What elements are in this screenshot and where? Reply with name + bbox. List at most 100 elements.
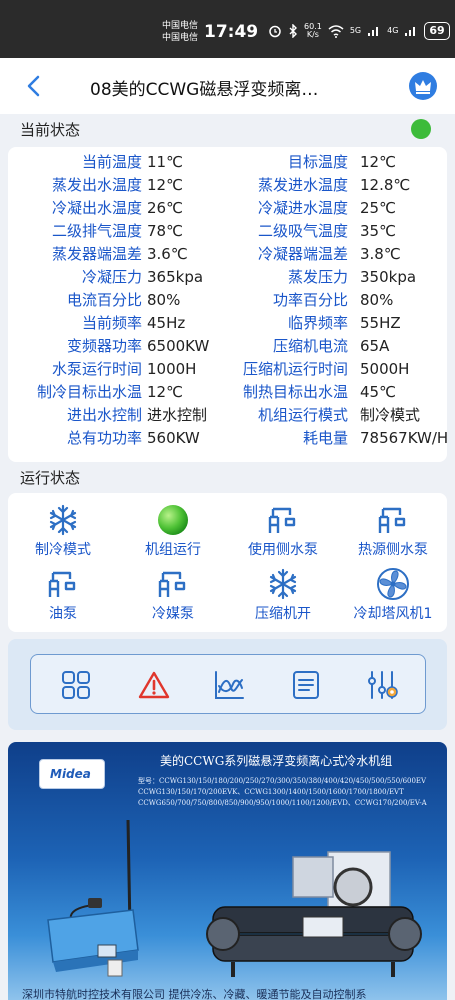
run-item-refrigerant-pump: 冷媒泵	[118, 567, 228, 627]
run-item-unit-running: 机组运行	[118, 503, 228, 563]
carrier-2: 中国电信	[162, 33, 199, 43]
param-label: 蒸发器端温差	[51, 245, 142, 263]
banner-title: 美的CCWG系列磁悬浮变频离心式冷水机组	[160, 754, 393, 768]
param-value: 12℃	[147, 383, 183, 401]
function-toolbar	[30, 654, 426, 714]
param-label: 耗电量	[302, 429, 348, 447]
param-label: 变频器功率	[66, 337, 142, 355]
model-line: CCWG650/700/750/800/850/900/950/1000/110…	[138, 799, 427, 807]
param-label: 冷凝器端温差	[257, 245, 348, 263]
param-row: 当前频率 45Hz 临界频率 55HZ	[8, 312, 447, 335]
param-value: 3.6℃	[147, 245, 188, 263]
param-label: 蒸发压力	[287, 268, 348, 286]
run-status-title: 运行状态	[20, 469, 81, 487]
snowflake-icon	[269, 568, 297, 600]
param-value: 12.8℃	[360, 176, 411, 194]
model-line: CCWG130/150/170/200EVK、CCWG1300/1400/150…	[138, 788, 404, 796]
param-label: 总有功功率	[66, 429, 142, 447]
run-item-label: 制冷模式	[35, 542, 91, 558]
param-value: 78℃	[147, 222, 183, 240]
clock: 17:49	[204, 22, 259, 42]
chart-icon[interactable]	[212, 668, 246, 702]
param-label: 压缩机电流	[272, 337, 348, 355]
param-row: 冷凝出水温度 26℃ 冷凝进水温度 25℃	[8, 197, 447, 220]
water-pump-icon	[48, 571, 76, 597]
param-value: 6500KW	[147, 337, 210, 355]
water-pump-icon	[158, 571, 186, 597]
model-line: 型号：CCWG130/150/180/200/250/270/300/350/3…	[138, 777, 427, 785]
param-value: 45Hz	[147, 314, 186, 332]
param-row: 蒸发器端温差 3.6℃ 冷凝器端温差 3.8℃	[8, 243, 447, 266]
alarm-clock-icon	[269, 25, 281, 38]
param-value: 350kpa	[360, 268, 417, 286]
param-label: 当前温度	[81, 153, 142, 171]
run-item-label: 使用侧水泵	[248, 542, 318, 558]
run-item-label: 机组运行	[145, 542, 201, 558]
grid-icon[interactable]	[59, 668, 93, 702]
param-row: 水泵运行时间 1000H 压缩机运行时间 5000H	[8, 358, 447, 381]
fan-icon	[377, 568, 409, 600]
carrier-1: 中国电信	[162, 21, 199, 31]
list-icon[interactable]	[289, 668, 323, 702]
parameter-card: 当前温度 11℃ 目标温度 12℃ 蒸发出水温度 12℃ 蒸发进水温度 12.8…	[8, 147, 447, 462]
vip-button[interactable]	[409, 72, 437, 100]
param-label: 目标温度	[287, 153, 348, 171]
param-row: 蒸发出水温度 12℃ 蒸发进水温度 12.8℃	[8, 174, 447, 197]
run-item-cooling-mode: 制冷模式	[8, 503, 118, 563]
water-pump-icon	[268, 507, 296, 533]
param-label: 机组运行模式	[257, 406, 348, 424]
param-value: 12℃	[360, 153, 396, 171]
param-label: 蒸发出水温度	[51, 176, 142, 194]
param-label: 电流百分比	[66, 291, 142, 309]
param-value: 12℃	[147, 176, 183, 194]
param-row: 当前温度 11℃ 目标温度 12℃	[8, 151, 447, 174]
param-value: 80%	[360, 291, 394, 309]
water-pump-icon	[378, 507, 406, 533]
network-speed: 60.1 K/s	[304, 23, 322, 39]
param-row: 制冷目标出水温 12℃ 制热目标出水温 45℃	[8, 381, 447, 404]
param-value: 26℃	[147, 199, 183, 217]
run-item-label: 热源侧水泵	[358, 542, 428, 558]
signal-icon-2	[405, 27, 416, 36]
function-panel	[8, 639, 447, 730]
run-item-oil-pump: 油泵	[8, 567, 118, 627]
product-banner: Midea 美的CCWG系列磁悬浮变频离心式冷水机组 型号：CCWG130/15…	[8, 742, 447, 1000]
param-row: 冷凝压力 365kpa 蒸发压力 350kpa	[8, 266, 447, 289]
run-status-card: 制冷模式 机组运行 使用侧水泵 热源侧水泵 油泵 冷媒泵 压缩机开 冷却塔风机1	[8, 493, 447, 632]
alarm-icon[interactable]	[137, 668, 171, 702]
param-label: 临界频率	[287, 314, 348, 332]
param-value: 5000H	[360, 360, 410, 378]
back-arrow-icon[interactable]	[22, 74, 46, 98]
param-label: 进出水控制	[66, 406, 142, 424]
logo-text: Midea	[50, 767, 91, 781]
param-value: 3.8℃	[360, 245, 401, 263]
param-value: 78567KW/H	[360, 429, 447, 447]
param-label: 当前频率	[81, 314, 142, 332]
run-item-heat-side-pump: 热源侧水泵	[338, 503, 448, 563]
param-row: 总有功功率 560KW 耗电量 78567KW/H	[8, 427, 447, 450]
param-label: 制热目标出水温	[242, 383, 348, 401]
system-status-bar: 中国电信 中国电信 17:49 60.1 K/s 5G 4G 69	[0, 0, 455, 58]
chiller-unit-image	[206, 851, 422, 977]
param-value: 65A	[360, 337, 390, 355]
run-item-cooling-tower-fan: 冷却塔风机1	[338, 567, 448, 627]
param-label: 冷凝出水温度	[51, 199, 142, 217]
bluetooth-icon	[289, 24, 297, 38]
param-label: 制冷目标出水温	[36, 383, 142, 401]
online-status-indicator	[411, 119, 431, 139]
banner-model-list: 型号：CCWG130/150/180/200/250/270/300/350/3…	[138, 776, 443, 809]
param-row: 电流百分比 80% 功率百分比 80%	[8, 289, 447, 312]
param-row: 二级排气温度 78℃ 二级吸气温度 35℃	[8, 220, 447, 243]
status-icons: 60.1 K/s 5G 4G 69	[268, 22, 450, 40]
network-type-1: 5G	[349, 26, 362, 35]
param-label: 功率百分比	[272, 291, 348, 309]
crown-icon	[415, 80, 431, 94]
run-item-label: 压缩机开	[255, 606, 311, 622]
settings-sliders-icon[interactable]	[365, 668, 399, 702]
param-value: 560KW	[147, 429, 200, 447]
param-value: 25℃	[360, 199, 396, 217]
param-value: 1000H	[147, 360, 197, 378]
param-label: 水泵运行时间	[51, 360, 142, 378]
current-status-title: 当前状态	[20, 121, 81, 139]
param-label: 二级排气温度	[51, 222, 142, 240]
